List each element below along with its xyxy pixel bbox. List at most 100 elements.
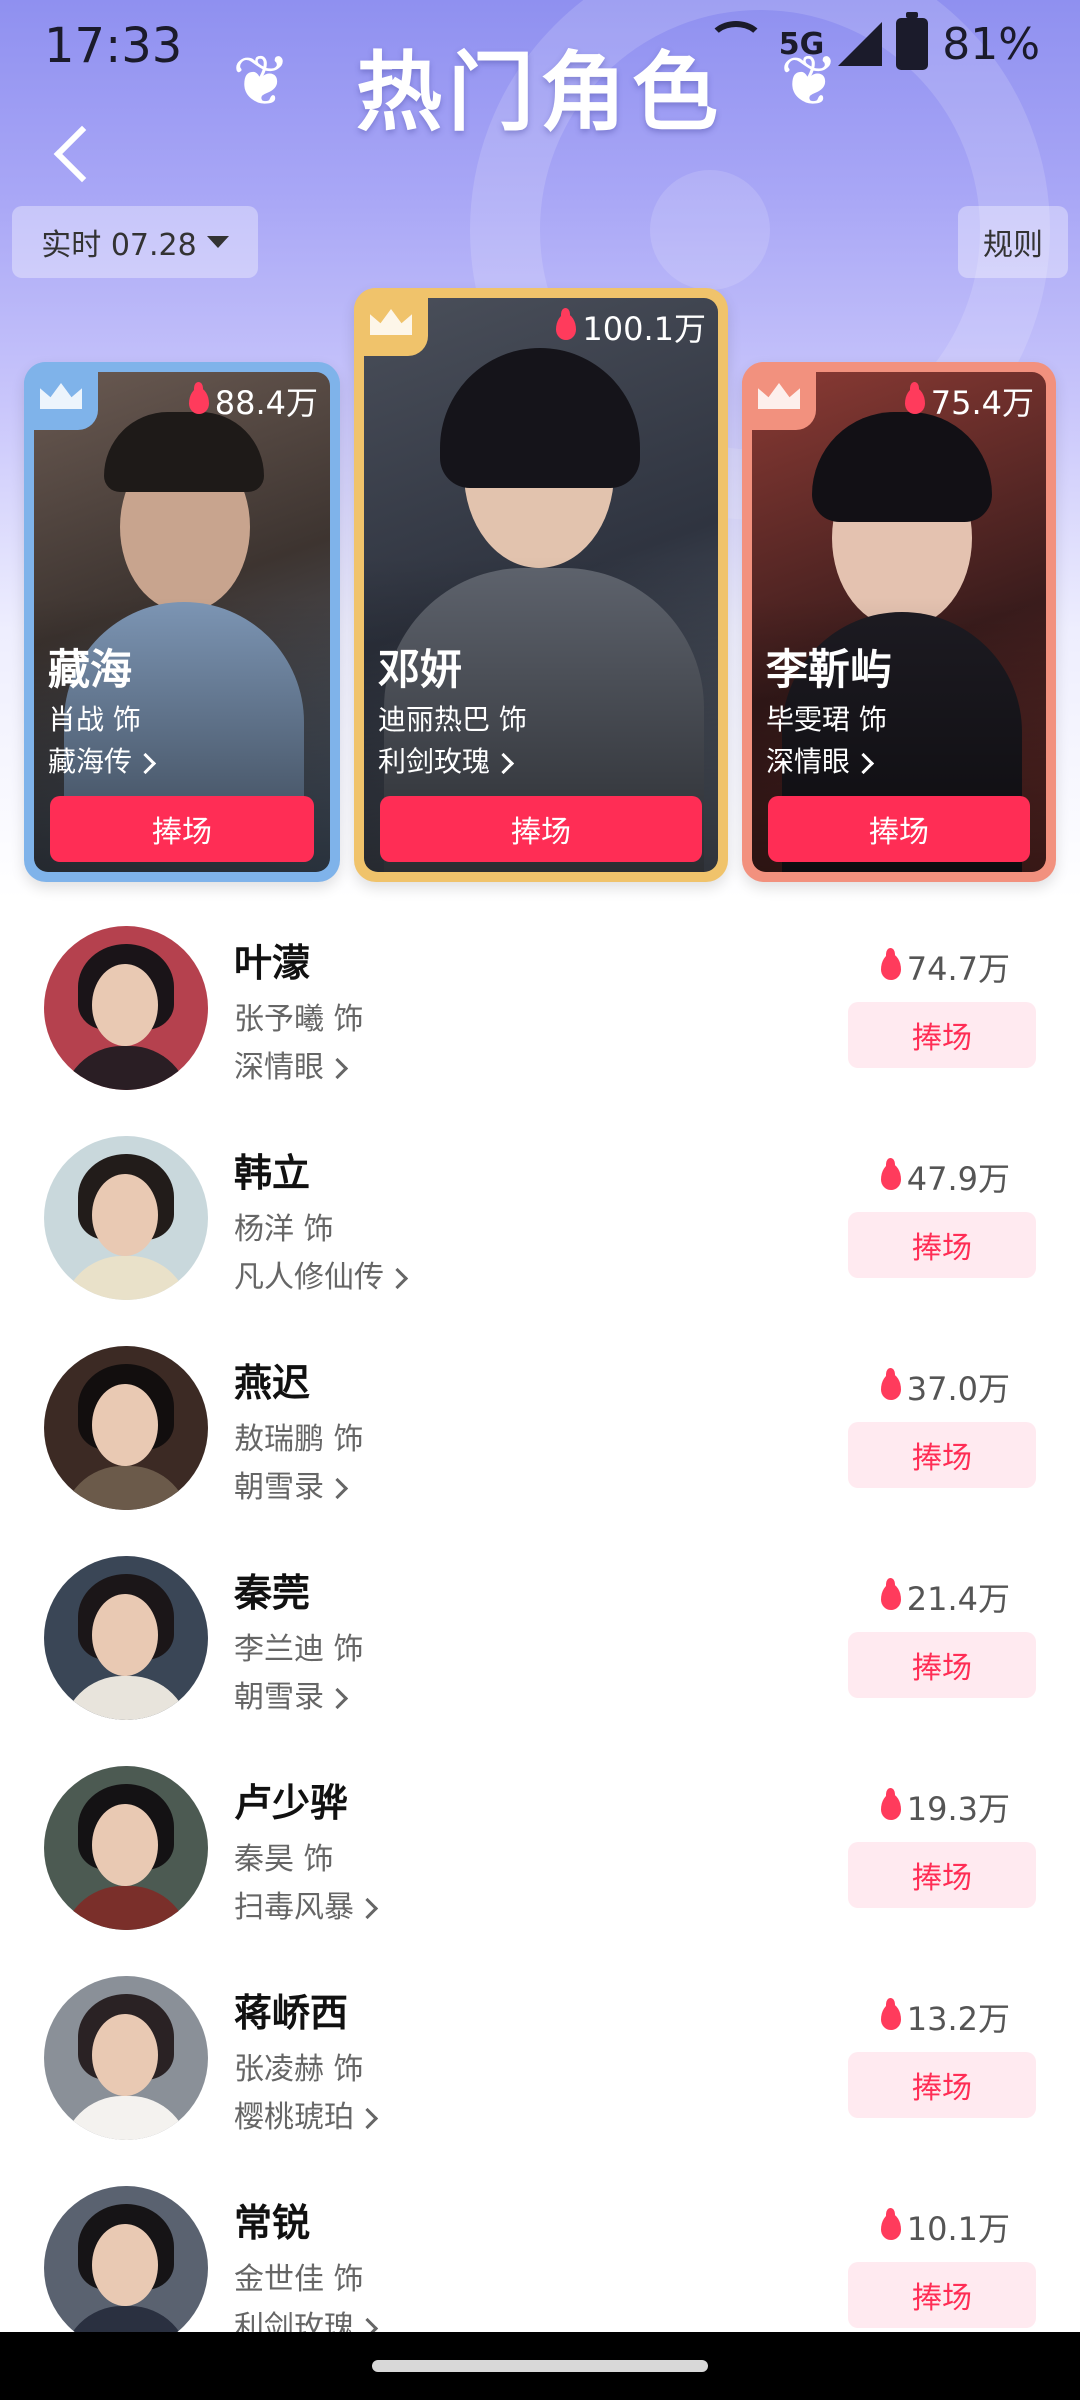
chevron-right-icon [326, 1057, 349, 1080]
actor-name: 秦昊 饰 [234, 1842, 334, 1877]
character-name: 韩立 [234, 1151, 311, 1195]
character-photo [364, 298, 718, 872]
list-item[interactable]: 常锐 金世佳 饰 利剑玫瑰 10.1万 捧场 [0, 2170, 1080, 2332]
rank-badge [354, 288, 428, 356]
top-card-rank-1[interactable]: 100.1万 邓妍 迪丽热巴 饰 利剑玫瑰 捧场 [354, 288, 728, 882]
heat-value: 88.4万 [188, 378, 318, 424]
heat-value: 21.4万 [880, 1574, 1010, 1620]
support-button[interactable]: 捧场 [50, 796, 314, 862]
flame-icon [880, 1368, 901, 1400]
rules-label: 规则 [983, 228, 1043, 263]
show-link[interactable]: 朝雪录 [234, 1672, 349, 1716]
list-item[interactable]: 卢少骅 秦昊 饰 扫毒风暴 19.3万 捧场 [0, 1750, 1080, 1960]
list-item[interactable]: 燕迟 敖瑞鹏 饰 朝雪录 37.0万 捧场 [0, 1330, 1080, 1540]
actor-name: 毕雯珺 饰 [766, 703, 887, 736]
support-button[interactable]: 捧场 [848, 1002, 1036, 1068]
crown-icon [40, 383, 82, 409]
character-name: 蒋峤西 [234, 1991, 349, 2035]
support-button[interactable]: 捧场 [848, 2052, 1036, 2118]
character-name: 李靳屿 [766, 645, 893, 694]
heat-value: 19.3万 [880, 1784, 1010, 1830]
date-filter-dropdown[interactable]: 实时 07.28 [12, 206, 258, 278]
laurel-right-icon: ❦ [780, 40, 839, 122]
actor-name: 杨洋 饰 [234, 1212, 334, 1247]
actor-name: 金世佳 饰 [234, 2262, 364, 2297]
chevron-right-icon [852, 752, 875, 774]
crown-icon [758, 383, 800, 409]
heat-value: 74.7万 [880, 944, 1010, 990]
show-link[interactable]: 扫毒风暴 [234, 1882, 379, 1926]
heat-value: 75.4万 [904, 378, 1034, 424]
character-name: 叶濛 [234, 941, 311, 985]
avatar [44, 1766, 208, 1930]
caret-down-icon [206, 236, 229, 248]
rank-badge [742, 362, 816, 430]
chevron-right-icon [134, 752, 157, 774]
show-link[interactable]: 凡人修仙传 [234, 1252, 409, 1296]
top-card-rank-3[interactable]: 75.4万 李靳屿 毕雯珺 饰 深情眼 捧场 [742, 362, 1056, 882]
support-button[interactable]: 捧场 [768, 796, 1030, 862]
heat-value: 13.2万 [880, 1994, 1010, 2040]
support-button[interactable]: 捧场 [848, 1422, 1036, 1488]
actor-name: 李兰迪 饰 [234, 1632, 364, 1667]
page-title: 热门角色 [356, 43, 724, 143]
character-name: 燕迟 [234, 1361, 311, 1405]
show-link[interactable]: 深情眼 [234, 1042, 349, 1086]
flame-icon [880, 1578, 901, 1610]
list-item[interactable]: 蒋峤西 张凌赫 饰 樱桃琥珀 13.2万 捧场 [0, 1960, 1080, 2170]
character-name: 秦莞 [234, 1571, 311, 1615]
heat-value: 100.1万 [556, 304, 706, 350]
avatar [44, 1556, 208, 1720]
chevron-right-icon [356, 2317, 379, 2332]
rules-button[interactable]: 规则 [958, 206, 1068, 278]
system-nav-bar [0, 2332, 1080, 2400]
rank-badge [24, 362, 98, 430]
chevron-right-icon [326, 1477, 349, 1500]
show-link[interactable]: 深情眼 [766, 740, 875, 780]
actor-name: 敖瑞鹏 饰 [234, 1422, 364, 1457]
show-link[interactable]: 利剑玫瑰 [234, 2302, 379, 2332]
flame-icon [880, 1998, 901, 2030]
chevron-right-icon [386, 1267, 409, 1290]
flame-icon [880, 2208, 901, 2240]
show-link[interactable]: 利剑玫瑰 [378, 740, 515, 780]
list-item[interactable]: 韩立 杨洋 饰 凡人修仙传 47.9万 捧场 [0, 1120, 1080, 1330]
show-link[interactable]: 樱桃琥珀 [234, 2092, 379, 2136]
actor-name: 肖战 饰 [48, 703, 141, 736]
character-name: 邓妍 [378, 645, 463, 694]
chevron-right-icon [326, 1687, 349, 1710]
support-button[interactable]: 捧场 [848, 2262, 1036, 2328]
flame-icon [188, 382, 209, 414]
back-button[interactable] [48, 120, 104, 190]
crown-icon [370, 309, 412, 335]
character-name: 藏海 [48, 645, 133, 694]
flame-icon [880, 1158, 901, 1190]
list-item[interactable]: 秦莞 李兰迪 饰 朝雪录 21.4万 捧场 [0, 1540, 1080, 1750]
top-card-rank-2[interactable]: 88.4万 藏海 肖战 饰 藏海传 捧场 [24, 362, 340, 882]
support-button[interactable]: 捧场 [848, 1632, 1036, 1698]
support-button[interactable]: 捧场 [848, 1842, 1036, 1908]
list-item[interactable]: 叶濛 张予曦 饰 深情眼 74.7万 捧场 [0, 910, 1080, 1120]
flame-icon [880, 948, 901, 980]
avatar [44, 1976, 208, 2140]
show-link[interactable]: 藏海传 [48, 740, 157, 780]
flame-icon [904, 382, 925, 414]
actor-name: 张予曦 饰 [234, 1002, 364, 1037]
actor-name: 迪丽热巴 饰 [378, 703, 527, 736]
avatar [44, 1346, 208, 1510]
heat-value: 37.0万 [880, 1364, 1010, 1410]
support-button[interactable]: 捧场 [380, 796, 702, 862]
chevron-right-icon [356, 2107, 379, 2130]
support-button[interactable]: 捧场 [848, 1212, 1036, 1278]
flame-icon [556, 308, 577, 340]
chevron-right-icon [492, 752, 515, 774]
avatar [44, 2186, 208, 2332]
character-name: 卢少骅 [234, 1781, 349, 1825]
avatar [44, 1136, 208, 1300]
date-filter-label: 实时 07.28 [41, 228, 197, 263]
character-name: 常锐 [234, 2201, 311, 2245]
home-gesture-handle[interactable] [372, 2360, 708, 2372]
heat-value: 47.9万 [880, 1154, 1010, 1200]
heat-value: 10.1万 [880, 2204, 1010, 2250]
show-link[interactable]: 朝雪录 [234, 1462, 349, 1506]
